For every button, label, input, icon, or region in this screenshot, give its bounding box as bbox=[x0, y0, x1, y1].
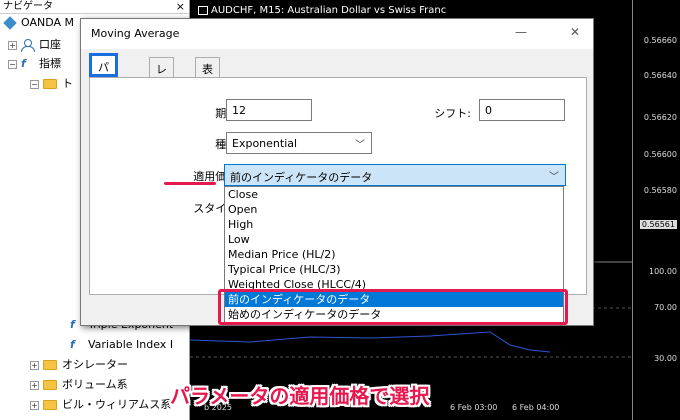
folder-label: ビル・ウィリアムス系 bbox=[62, 398, 172, 411]
broker-label: OANDA M bbox=[21, 16, 75, 29]
price-label: 0.56660 bbox=[643, 36, 677, 45]
tree-item-trend-folder[interactable]: − ト bbox=[30, 75, 73, 93]
tree-item-bill-williams[interactable]: + ビル・ウィリアムス系 bbox=[30, 396, 171, 414]
shift-input[interactable]: 0 bbox=[479, 99, 565, 121]
dialog-titlebar[interactable]: Moving Average — ✕ bbox=[81, 19, 593, 49]
shift-label: シフト: bbox=[434, 107, 471, 120]
folder-icon bbox=[43, 400, 57, 410]
navigator-title: ナビゲータ × bbox=[0, 0, 189, 14]
indicator-icon: f bbox=[70, 338, 75, 351]
oscillator-line bbox=[190, 331, 551, 353]
tree-item-volumes[interactable]: + ボリューム系 bbox=[30, 376, 128, 394]
folder-icon bbox=[43, 79, 57, 89]
time-label: 6 Feb 04:00 bbox=[512, 403, 560, 412]
dialog-title: Moving Average bbox=[91, 27, 180, 40]
navigator-title-text: ナビゲータ bbox=[3, 1, 53, 12]
collapse-icon[interactable]: − bbox=[30, 79, 39, 89]
price-label: 0.56580 bbox=[643, 186, 677, 195]
price-axis: 0.56660 0.56640 0.56620 0.56600 0.56580 … bbox=[632, 0, 680, 420]
folder-icon bbox=[43, 380, 57, 390]
expand-icon[interactable]: + bbox=[8, 40, 17, 50]
indicator-label: Variable Index I bbox=[88, 338, 174, 351]
apply-price-value: 前のインディケータのデータ bbox=[230, 171, 373, 184]
price-label: 0.56600 bbox=[643, 150, 677, 159]
close-icon[interactable]: ✕ bbox=[565, 25, 585, 39]
level-label: 70.00 bbox=[654, 303, 677, 312]
trend-folder-label: ト bbox=[62, 77, 73, 90]
option-low[interactable]: Low bbox=[225, 232, 563, 247]
period-input[interactable]: 12 bbox=[226, 99, 312, 121]
apply-label-underline bbox=[164, 182, 216, 185]
expand-icon[interactable]: + bbox=[30, 380, 39, 390]
chevron-down-icon: ﹀ bbox=[549, 172, 559, 183]
option-median[interactable]: Median Price (HL/2) bbox=[225, 247, 563, 262]
tab-parameters[interactable]: パラメータ bbox=[89, 53, 118, 138]
level-label: 100.00 bbox=[649, 267, 677, 276]
indicators-label: 指標 bbox=[39, 57, 61, 70]
time-label: 6 Feb 03:00 bbox=[450, 403, 498, 412]
method-value: Exponential bbox=[232, 137, 298, 150]
current-price-label: 0.56561 bbox=[639, 220, 677, 229]
account-icon bbox=[21, 39, 35, 52]
tab-levels[interactable]: レベル bbox=[149, 57, 174, 108]
apply-price-select[interactable]: 前のインディケータのデータ ﹀ bbox=[224, 164, 566, 186]
expand-icon[interactable]: + bbox=[30, 400, 39, 410]
option-typical[interactable]: Typical Price (HLC/3) bbox=[225, 262, 563, 277]
collapse-icon[interactable]: − bbox=[8, 59, 17, 69]
tab-visualization[interactable]: 表示選択 bbox=[195, 57, 220, 124]
chevron-down-icon: ﹀ bbox=[355, 140, 365, 151]
indicator-icon: f bbox=[21, 57, 26, 70]
accounts-label: 口座 bbox=[39, 38, 61, 51]
level-label: 30.00 bbox=[654, 354, 677, 363]
folder-label: オシレーター bbox=[62, 358, 128, 371]
tree-item-broker[interactable]: OANDA M bbox=[3, 14, 75, 32]
oanda-logo-icon bbox=[3, 16, 17, 30]
option-open[interactable]: Open bbox=[225, 202, 563, 217]
close-icon[interactable]: × bbox=[176, 0, 185, 14]
folder-label: ボリューム系 bbox=[62, 378, 128, 391]
tree-item-variable-index[interactable]: f Variable Index I bbox=[70, 336, 173, 354]
minimize-icon[interactable]: — bbox=[511, 25, 531, 39]
tree-item-accounts[interactable]: + 口座 bbox=[8, 36, 61, 54]
tree-item-oscillators[interactable]: + オシレーター bbox=[30, 356, 128, 374]
tree-item-indicators[interactable]: − f 指標 bbox=[8, 55, 61, 73]
option-high[interactable]: High bbox=[225, 217, 563, 232]
price-label: 0.56620 bbox=[643, 113, 677, 122]
option-close[interactable]: Close bbox=[225, 187, 563, 202]
folder-icon bbox=[43, 360, 57, 370]
expand-icon[interactable]: + bbox=[30, 360, 39, 370]
price-label: 0.56640 bbox=[643, 71, 677, 80]
annotation-caption: パラメータの適用価格で選択 bbox=[170, 384, 430, 408]
method-select[interactable]: Exponential ﹀ bbox=[226, 132, 372, 154]
annotation-highlight-box bbox=[218, 289, 568, 325]
